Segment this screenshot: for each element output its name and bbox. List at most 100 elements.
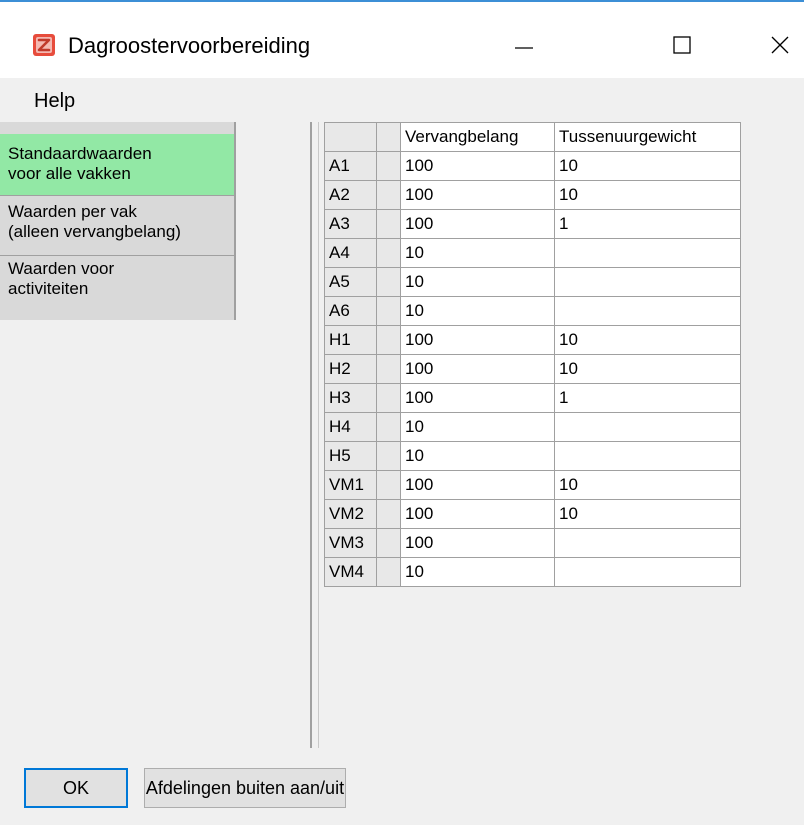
row-header: A4 — [324, 238, 377, 268]
ok-button[interactable]: OK — [24, 768, 128, 808]
category-label-line2: (alleen vervangbelang) — [8, 222, 181, 241]
row-header: VM1 — [324, 470, 377, 500]
row-blank-cell — [376, 180, 401, 210]
row-blank-cell — [376, 354, 401, 384]
cell-vervangbelang[interactable]: 100 — [400, 209, 555, 239]
cell-tussenuurgewicht[interactable] — [554, 557, 741, 587]
cell-tussenuurgewicht[interactable]: 10 — [554, 180, 741, 210]
cell-tussenuurgewicht[interactable] — [554, 528, 741, 558]
column-header-vervangbelang[interactable]: Vervangbelang — [400, 122, 555, 152]
row-header: A5 — [324, 267, 377, 297]
table-row: VM1 100 10 — [324, 470, 741, 500]
row-header: H2 — [324, 354, 377, 384]
cell-tussenuurgewicht[interactable]: 10 — [554, 151, 741, 181]
cell-tussenuurgewicht[interactable] — [554, 441, 741, 471]
cell-tussenuurgewicht[interactable]: 10 — [554, 499, 741, 529]
category-label-line2: voor alle vakken — [8, 164, 131, 183]
cell-vervangbelang[interactable]: 10 — [400, 441, 555, 471]
blank-header — [376, 122, 401, 152]
table-row: A5 10 — [324, 267, 741, 297]
row-blank-cell — [376, 412, 401, 442]
cell-vervangbelang[interactable]: 100 — [400, 354, 555, 384]
cell-tussenuurgewicht[interactable]: 1 — [554, 209, 741, 239]
row-header: H1 — [324, 325, 377, 355]
cell-vervangbelang[interactable]: 100 — [400, 470, 555, 500]
table-row: H5 10 — [324, 441, 741, 471]
row-blank-cell — [376, 499, 401, 529]
corner-header — [324, 122, 377, 152]
table-row: H2 100 10 — [324, 354, 741, 384]
cell-tussenuurgewicht[interactable]: 1 — [554, 383, 741, 413]
row-header: A2 — [324, 180, 377, 210]
table-row: VM3 100 — [324, 528, 741, 558]
table-row: H1 100 10 — [324, 325, 741, 355]
row-blank-cell — [376, 296, 401, 326]
row-blank-cell — [376, 470, 401, 500]
cell-tussenuurgewicht[interactable] — [554, 296, 741, 326]
row-blank-cell — [376, 151, 401, 181]
cell-tussenuurgewicht[interactable]: 10 — [554, 470, 741, 500]
row-header: H5 — [324, 441, 377, 471]
row-blank-cell — [376, 528, 401, 558]
menu-help[interactable]: Help — [34, 88, 75, 114]
table-row: A6 10 — [324, 296, 741, 326]
category-waarden-activiteiten[interactable]: Waarden voor activiteiten — [0, 256, 234, 320]
row-blank-cell — [376, 557, 401, 587]
column-header-tussenuurgewicht[interactable]: Tussenuurgewicht — [554, 122, 741, 152]
category-waarden-per-vak[interactable]: Waarden per vak (alleen vervangbelang) — [0, 196, 234, 256]
table-row: VM2 100 10 — [324, 499, 741, 529]
cell-tussenuurgewicht[interactable] — [554, 267, 741, 297]
row-blank-cell — [376, 267, 401, 297]
cell-vervangbelang[interactable]: 10 — [400, 238, 555, 268]
table-row: A3 100 1 — [324, 209, 741, 239]
minimize-icon — [515, 47, 533, 49]
row-header: VM4 — [324, 557, 377, 587]
cell-vervangbelang[interactable]: 100 — [400, 151, 555, 181]
menu-bar — [0, 78, 804, 122]
values-table: Vervangbelang Tussenuurgewicht A1 100 10 A2… — [324, 122, 741, 587]
cell-tussenuurgewicht[interactable]: 10 — [554, 354, 741, 384]
cell-vervangbelang[interactable]: 100 — [400, 180, 555, 210]
cell-vervangbelang[interactable]: 10 — [400, 557, 555, 587]
row-header: A1 — [324, 151, 377, 181]
cell-vervangbelang[interactable]: 100 — [400, 383, 555, 413]
title-bar[interactable]: Dagroostervoorbereiding — [0, 2, 804, 78]
category-label-line2: activiteiten — [8, 279, 89, 298]
table-row: H3 100 1 — [324, 383, 741, 413]
row-blank-cell — [376, 238, 401, 268]
maximize-button[interactable] — [652, 20, 712, 70]
cell-tussenuurgewicht[interactable]: 10 — [554, 325, 741, 355]
cell-vervangbelang[interactable]: 100 — [400, 325, 555, 355]
cell-vervangbelang[interactable]: 100 — [400, 528, 555, 558]
cell-tussenuurgewicht[interactable] — [554, 238, 741, 268]
category-standaardwaarden[interactable]: Standaardwaarden voor alle vakken — [0, 134, 234, 196]
cell-vervangbelang[interactable]: 10 — [400, 267, 555, 297]
table-row: VM4 10 — [324, 557, 741, 587]
cell-vervangbelang[interactable]: 100 — [400, 499, 555, 529]
cell-tussenuurgewicht[interactable] — [554, 412, 741, 442]
table-row: A2 100 10 — [324, 180, 741, 210]
afdelingen-toggle-button[interactable]: Afdelingen buiten aan/uit — [144, 768, 346, 808]
row-blank-cell — [376, 383, 401, 413]
close-button[interactable] — [750, 20, 804, 70]
category-label-line1: Standaardwaarden — [8, 144, 152, 163]
category-label-line1: Waarden voor — [8, 259, 115, 278]
table-header-row: Vervangbelang Tussenuurgewicht — [324, 122, 741, 152]
row-blank-cell — [376, 209, 401, 239]
table-row: H4 10 — [324, 412, 741, 442]
minimize-button[interactable] — [494, 20, 554, 70]
row-blank-cell — [376, 441, 401, 471]
grid-panel-divider — [318, 122, 319, 748]
row-header: A6 — [324, 296, 377, 326]
row-header: H3 — [324, 383, 377, 413]
close-icon — [771, 36, 789, 54]
cell-vervangbelang[interactable]: 10 — [400, 412, 555, 442]
row-header: A3 — [324, 209, 377, 239]
category-list: Standaardwaarden voor alle vakken Waarde… — [0, 122, 236, 320]
maximize-icon — [673, 36, 691, 54]
row-header: VM2 — [324, 499, 377, 529]
cell-vervangbelang[interactable]: 10 — [400, 296, 555, 326]
category-label-line1: Waarden per vak — [8, 202, 137, 221]
row-blank-cell — [376, 325, 401, 355]
app-icon — [33, 34, 55, 56]
